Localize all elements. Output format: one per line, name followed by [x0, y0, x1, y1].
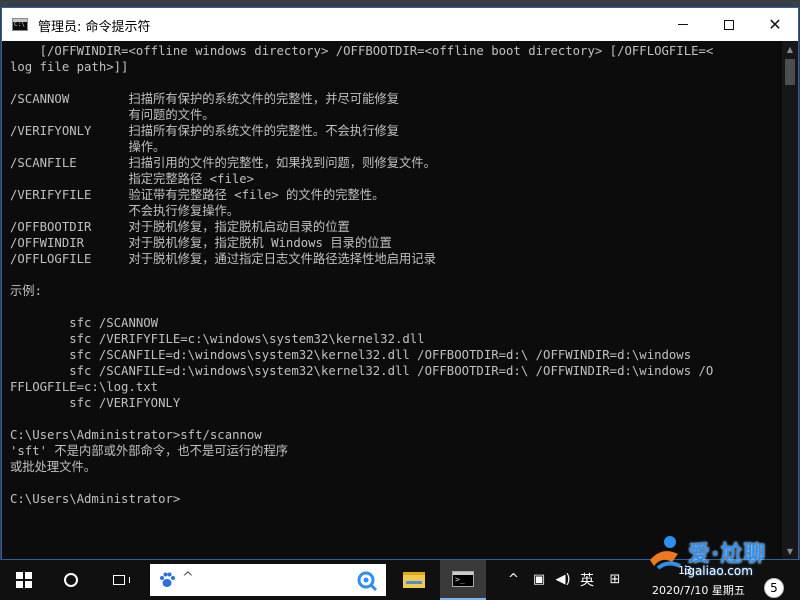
taskbar-file-explorer[interactable] [391, 560, 437, 600]
scroll-thumb[interactable] [785, 59, 795, 85]
watermark-logo: 爱·尬聊 igaliao.com [640, 528, 800, 584]
ime-settings-icon[interactable]: ⊞ [606, 570, 624, 588]
console-line: /VERIFYONLY 扫描所有保护的系统文件的完整性。不会执行修复 [10, 124, 399, 138]
console-line: 指定完整路径 <file> [10, 172, 255, 186]
console-line: /VERIFYFILE 验证带有完整路径 <file> 的文件的完整性。 [10, 188, 385, 202]
console-line: [/OFFWINDIR=<offline windows directory> … [10, 44, 714, 58]
console-line: 或批处理文件。 [10, 460, 97, 474]
baidu-paw-icon [160, 572, 175, 587]
console-line: 操作。 [10, 140, 166, 154]
taskbar-command-prompt[interactable] [440, 560, 486, 600]
console-line: 不会执行修复操作。 [10, 204, 240, 218]
taskbar-search-box[interactable]: ^ [150, 564, 386, 596]
watermark-figure-icon [650, 536, 681, 570]
start-button[interactable] [0, 560, 48, 600]
console-line: /SCANNOW 扫描所有保护的系统文件的完整性，并尽可能修复 [10, 92, 399, 106]
console-line: sfc /VERIFYFILE=c:\windows\system32\kern… [10, 332, 425, 346]
console-line: C:\Users\Administrator> [10, 492, 181, 506]
console-line: sfc /VERIFYONLY [10, 396, 181, 410]
command-prompt-icon [452, 571, 474, 587]
console-line: sfc /SCANFILE=d:\windows\system32\kernel… [10, 364, 714, 378]
scroll-up-arrow-icon[interactable]: ▲ [782, 41, 798, 57]
windows-logo-icon [16, 572, 32, 588]
console-line: /OFFBOOTDIR 对于脱机修复，指定脱机启动目录的位置 [10, 220, 350, 234]
chevron-up-icon[interactable]: ^ [182, 570, 194, 586]
file-explorer-icon [403, 572, 425, 588]
close-icon: ✕ [768, 14, 782, 34]
console-line: 有问题的文件。 [10, 108, 215, 122]
show-hidden-icons-chevron-icon[interactable]: ^ [508, 572, 519, 587]
cmd-window: 管理员: 命令提示符 ✕ [/OFFWINDIR=<offline window… [1, 7, 799, 560]
clock-date[interactable]: 2020/7/10 星期五 [652, 582, 745, 598]
title-bar[interactable]: 管理员: 命令提示符 ✕ [2, 8, 798, 41]
cortana-button[interactable] [48, 560, 94, 600]
console-line: log file path>]] [10, 60, 129, 74]
console-line: sfc /SCANFILE=d:\windows\system32\kernel… [10, 348, 692, 362]
volume-icon[interactable]: ◀) [554, 570, 572, 588]
console-line: FFLOGFILE=c:\log.txt [10, 380, 159, 394]
watermark-url: igaliao.com [684, 564, 753, 578]
command-prompt-icon[interactable] [12, 18, 28, 31]
search-app-icon[interactable] [356, 570, 378, 592]
console-line: 'sft' 不是内部或外部命令，也不是可运行的程序 [10, 444, 289, 458]
console-line: /OFFLOGFILE 对于脱机修复，通过指定日志文件路径选择性地启用记录 [10, 252, 436, 266]
console-line: C:\Users\Administrator>sft/scannow [10, 428, 262, 442]
window-title: 管理员: 命令提示符 [38, 20, 151, 35]
ime-indicator[interactable]: 英 [580, 570, 594, 590]
console-line: /SCANFILE 扫描引用的文件的完整性，如果找到问题，则修复文件。 [10, 156, 436, 170]
task-view-button[interactable] [96, 560, 142, 600]
minimize-icon [678, 24, 688, 25]
task-view-icon [113, 575, 130, 585]
close-button[interactable]: ✕ [752, 8, 798, 41]
console-line: sfc /SCANNOW [10, 316, 159, 330]
vertical-scrollbar[interactable]: ▲ ▼ [782, 41, 798, 559]
cortana-circle-icon [64, 573, 78, 587]
minimize-button[interactable] [660, 8, 706, 41]
maximize-button[interactable] [706, 8, 752, 41]
network-icon[interactable]: ▣ [530, 570, 548, 588]
console-output[interactable]: [/OFFWINDIR=<offline windows directory> … [2, 41, 782, 559]
console-line: 示例: [10, 284, 42, 298]
maximize-icon [724, 19, 734, 30]
console-line: /OFFWINDIR 对于脱机修复，指定脱机 Windows 目录的位置 [10, 236, 392, 250]
